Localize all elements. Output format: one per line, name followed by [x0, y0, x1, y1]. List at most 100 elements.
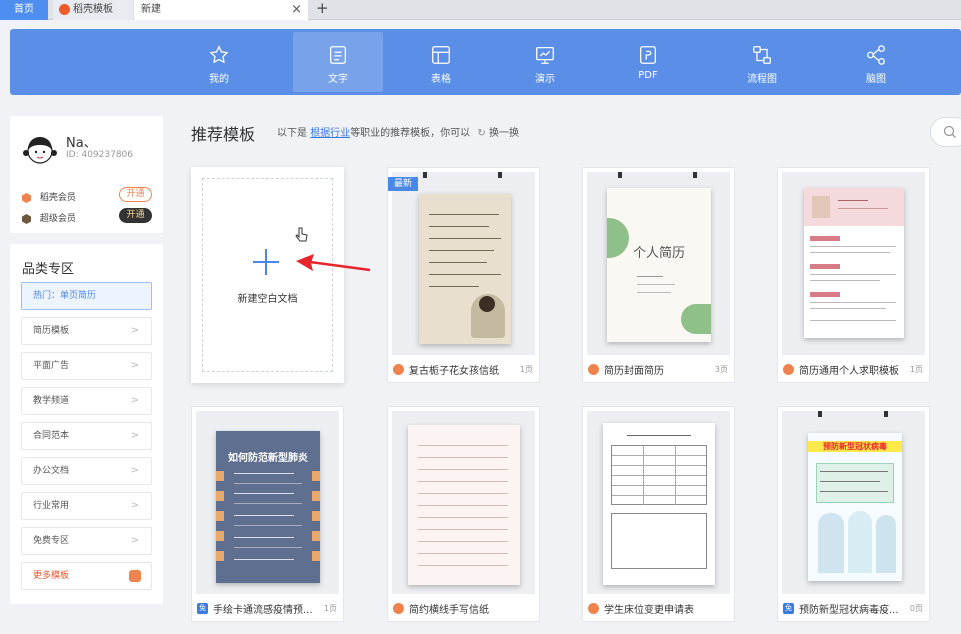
- category-resume[interactable]: 简历模板 >: [21, 317, 152, 345]
- category-contracts[interactable]: 合同范本 >: [21, 422, 152, 450]
- nav-presentation[interactable]: 演示: [500, 32, 590, 92]
- plus-icon: [253, 249, 279, 275]
- category-print-ads[interactable]: 平面广告 >: [21, 352, 152, 380]
- category-label: 教学频道: [33, 396, 70, 406]
- mindmap-icon: [867, 45, 885, 65]
- template-card[interactable]: 预防新型冠状病毒 免 预防新型冠状病毒疫... 0页: [777, 406, 930, 622]
- daoke-badge-icon: [393, 603, 404, 614]
- arrow-icon: [296, 254, 371, 272]
- star-icon: [209, 45, 229, 64]
- browser-tab-bar: 首页 稻壳模板 新建 × +: [0, 0, 961, 20]
- paper-preview: 个人简历: [607, 188, 711, 342]
- template-thumbnail: 如何防范新型肺炎: [196, 411, 339, 594]
- search-icon: [943, 125, 956, 138]
- template-pages: 0页: [909, 604, 923, 613]
- daoke-logo-icon: [59, 4, 70, 15]
- nav-mine[interactable]: 我的: [174, 32, 264, 92]
- super-vip-open-button[interactable]: 开通: [119, 208, 152, 223]
- daoke-icon: [129, 570, 141, 582]
- chevron-right-icon: >: [130, 325, 139, 336]
- category-office-docs[interactable]: 办公文档 >: [21, 457, 152, 485]
- template-thumbnail: 个人简历: [587, 172, 730, 355]
- category-industry[interactable]: 行业常用 >: [21, 492, 152, 520]
- daoke-vip-row: 稻壳会员 开通: [22, 187, 152, 203]
- subtitle-prefix: 以下是: [277, 128, 307, 139]
- category-label: 合同范本: [33, 431, 70, 441]
- template-thumbnail: [392, 411, 535, 594]
- covid-poster-title: 预防新型冠状病毒: [808, 441, 902, 452]
- pdf-icon: [640, 46, 656, 64]
- category-more-templates[interactable]: 更多模板: [21, 562, 152, 590]
- template-card[interactable]: 学生床位变更申请表: [582, 406, 735, 622]
- category-hot-resume[interactable]: 热门：单页简历: [21, 282, 152, 310]
- template-card[interactable]: 最新 复古栀子花女孩信纸 1页: [387, 167, 540, 383]
- category-panel: 品类专区 热门：单页简历 简历模板 > 平面广告 > 教学频道 > 合同范本 > 办公文…: [10, 244, 163, 604]
- daoke-badge-icon: [393, 364, 404, 375]
- daoke-vip-icon: [22, 192, 31, 203]
- category-teaching[interactable]: 教学频道 >: [21, 387, 152, 415]
- chevron-right-icon: >: [130, 430, 139, 441]
- chevron-right-icon: >: [130, 465, 139, 476]
- nav-mindmap[interactable]: 脑图: [831, 32, 921, 92]
- category-label: 免费专区: [33, 536, 70, 546]
- category-title: 品类专区: [22, 262, 75, 277]
- category-label: 行业常用: [33, 501, 70, 511]
- tab-new-label: 新建: [141, 4, 161, 15]
- recommend-subtitle: 以下是 根据行业等职业的推荐模板，你可以 ↻ 换一换: [277, 124, 519, 139]
- close-tab-icon[interactable]: ×: [291, 0, 302, 20]
- template-pages: 3页: [714, 365, 728, 374]
- template-name: 学生床位变更申请表: [604, 605, 694, 616]
- daoke-vip-label: 稻壳会员: [39, 193, 76, 203]
- nav-pdf[interactable]: PDF: [603, 32, 693, 92]
- flowchart-icon: [753, 46, 771, 64]
- template-name: 手绘卡通流感疫情预...: [213, 605, 313, 616]
- template-thumbnail: [392, 172, 535, 355]
- nav-mine-label: 我的: [209, 74, 229, 85]
- add-tab-button[interactable]: +: [316, 0, 329, 17]
- template-card[interactable]: 个人简历 简历封面简历 3页: [582, 167, 735, 383]
- tab-home[interactable]: 首页: [0, 0, 48, 20]
- nav-writer-label: 文字: [328, 74, 348, 85]
- daoke-badge-icon: [588, 364, 599, 375]
- file-type-nav: 我的 文字 表格 演示 PDF 流程图 脑图: [10, 29, 961, 95]
- nav-pdf-label: PDF: [638, 70, 658, 81]
- industry-link[interactable]: 根据行业: [310, 128, 350, 139]
- template-thumbnail: [782, 172, 925, 355]
- paper-preview: [419, 194, 511, 344]
- template-pages: 1页: [909, 365, 923, 374]
- nav-spreadsheet[interactable]: 表格: [396, 32, 486, 92]
- presentation-icon: [536, 47, 554, 64]
- super-vip-icon: [22, 213, 31, 224]
- tab-daoke-templates[interactable]: 稻壳模板: [53, 0, 133, 20]
- template-card[interactable]: 简历通用个人求职模板 1页: [777, 167, 930, 383]
- refresh-icon[interactable]: ↻: [477, 128, 485, 139]
- category-free[interactable]: 免费专区 >: [21, 527, 152, 555]
- user-id: ID: 409237806: [66, 150, 134, 160]
- nav-writer[interactable]: 文字: [293, 32, 383, 92]
- paper-preview: [603, 423, 715, 585]
- nav-flowchart[interactable]: 流程图: [717, 32, 807, 92]
- tab-new[interactable]: 新建 ×: [134, 0, 308, 20]
- template-name: 简历封面简历: [604, 366, 664, 377]
- template-name: 预防新型冠状病毒疫...: [799, 605, 899, 616]
- new-badge: 最新: [388, 177, 418, 191]
- template-thumbnail: 预防新型冠状病毒: [782, 411, 925, 594]
- table-icon: [432, 46, 450, 64]
- search-button[interactable]: [930, 117, 961, 147]
- daoke-vip-open-button[interactable]: 开通: [119, 187, 152, 202]
- free-badge-icon: 免: [197, 603, 208, 614]
- pin-icon: [423, 172, 427, 178]
- refresh-button[interactable]: 换一换: [489, 128, 519, 139]
- avatar[interactable]: [22, 131, 58, 167]
- nav-presentation-label: 演示: [535, 74, 555, 85]
- category-label: 简历模板: [33, 326, 70, 336]
- chevron-right-icon: >: [130, 535, 139, 546]
- template-card[interactable]: 简约横线手写信纸: [387, 406, 540, 622]
- daoke-badge-icon: [783, 364, 794, 375]
- super-vip-label: 超级会员: [39, 214, 76, 224]
- template-name: 简历通用个人求职模板: [799, 366, 899, 377]
- pin-icon: [693, 172, 697, 178]
- template-card[interactable]: 如何防范新型肺炎 免 手绘卡通流感疫情预... 1页: [191, 406, 344, 622]
- paper-preview: [408, 425, 520, 585]
- nav-spreadsheet-label: 表格: [431, 74, 451, 85]
